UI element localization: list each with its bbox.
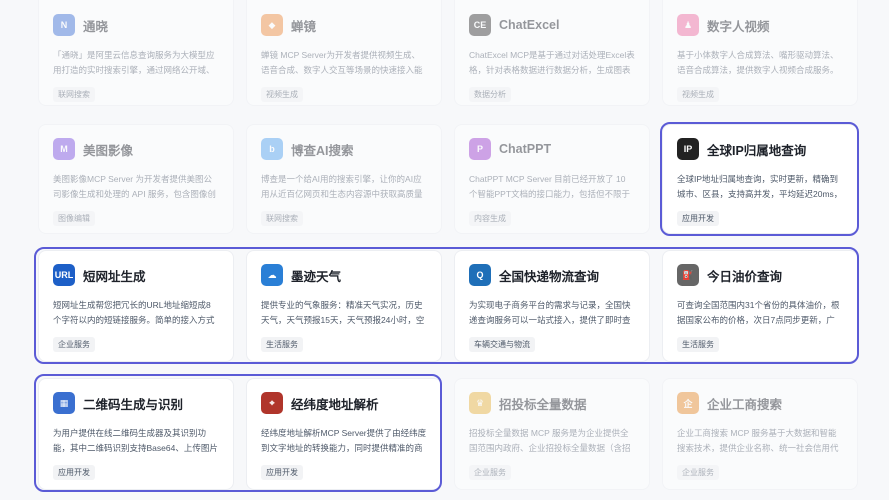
qrcode-logo-icon: ▦ [53,392,75,414]
geocode-logo-icon: ⌖ [261,392,283,414]
business-search-logo-icon: 企 [677,392,699,414]
card-header: ♟ 数字人视频 [677,13,843,37]
mcp-card[interactable]: ◆ 蝉镜蝉镜 MCP Server为开发者提供视频生成、语音合成、数字人交互等场景… [246,0,442,106]
card-header: ☁ 墨迹天气 [261,263,427,287]
card-title: 短网址生成 [83,269,146,284]
mcp-card[interactable]: P ChatPPT ChatPPT MCP Server 目前已经开放了 10 个智… [454,124,650,234]
card-description: 「通晓」是阿里云信息查询服务为大模型应用打造的实时搜索引擎，通过网络公开域、 [53,50,215,75]
card-description: 可查询全国范围内31个省份的具体油价，根据国家公布的价格，次日7点同步更新，广 [677,300,840,325]
mcp-card[interactable]: ♟ 数字人视频基于小体数字人合成算法、嘴形驱动算法、语音合成算法，提供数字人视频合… [662,0,858,106]
bocha-logo-icon: b [261,138,283,160]
moji-weather-logo-icon: ☁ [261,264,283,286]
card-description: 短网址生成帮您把冗长的URL地址缩短成8个字符以内的短链接服务。简单的接入方式可 [53,300,215,325]
card-header: ⛽ 今日油价查询 [677,263,843,287]
card-title: 全国快递物流查询 [499,269,600,284]
card-description: 企业工商搜索 MCP 服务基于大数据和智能搜索技术，提供企业名称、统一社会信用代 [677,428,839,453]
category-tag: 车辆交通与物流 [469,337,535,352]
category-tag: 企业服务 [469,465,511,480]
category-tag: 企业服务 [53,337,95,352]
card-header: IP 全球IP归属地查询 [677,137,843,161]
fuel-price-logo-icon: ⛽ [677,264,699,286]
category-tag: 数据分析 [469,87,511,102]
card-description: ChatPPT MCP Server 目前已经开放了 10 个智能PPT文档的接… [469,174,631,199]
card-title: ChatExcel [499,18,560,32]
card-title: 全球IP归属地查询 [707,143,807,158]
mcp-card[interactable]: 企企业工商搜索 企业工商搜索 MCP 服务基于大数据和智能搜索技术，提供企业名称、… [662,378,858,490]
express-logo-icon: Q [469,264,491,286]
category-tag: 内容生成 [469,211,511,226]
mcp-card[interactable]: M 美图影像美图影像MCP Server 为开发者提供美图公司影像生成和处理的 A… [38,124,234,234]
short-url-logo-icon: URL [53,264,75,286]
mcp-server-card-grid: N 通晓「通晓」是阿里云信息查询服务为大模型应用打造的实时搜索引擎，通过网络公开域… [0,0,889,500]
card-description: 招投标全量数据 MCP 服务是为企业提供全国范围内政府、企业招投标全量数据（含招… [469,428,631,453]
card-header: N 通晓 [53,13,219,37]
card-title: 企业工商搜索 [707,397,783,412]
card-description: 基于小体数字人合成算法、嘴形驱动算法、语音合成算法，提供数字人视频合成服务。 [677,50,839,75]
card-title: 墨迹天气 [291,269,342,284]
card-title: 二维码生成与识别 [83,397,184,412]
tongxiao-logo-icon: N [53,14,75,36]
card-header: 企企业工商搜索 [677,391,843,415]
card-description: 为用户提供在线二维码生成器及其识别功能，其中二维码识别支持Base64、上传图片 [53,428,218,453]
card-title: 博查AI搜索 [291,143,354,158]
mcp-card[interactable]: ♛ 招投标全量数据招投标全量数据 MCP 服务是为企业提供全国范围内政府、企业招投… [454,378,650,490]
card-header: M 美图影像 [53,137,219,161]
category-tag: 企业服务 [677,465,719,480]
digital-human-logo-icon: ♟ [677,14,699,36]
card-description: 全球IP地址归属地查询，实时更新，精确到城市、区县，支持高并发，平均延迟20ms… [677,174,843,199]
mcp-card[interactable]: N 通晓「通晓」是阿里云信息查询服务为大模型应用打造的实时搜索引擎，通过网络公开域… [38,0,234,106]
mcp-card[interactable]: ⌖ 经纬度地址解析经纬度地址解析MCP Server提供了由经纬度到文字地址的转换… [246,378,442,490]
card-header: ♛ 招投标全量数据 [469,391,635,415]
card-header: CE ChatExcel [469,13,635,37]
meitu-logo-icon: M [53,138,75,160]
category-tag: 视频生成 [677,87,719,102]
card-title: 通晓 [83,19,109,34]
card-header: P ChatPPT [469,137,635,161]
category-tag: 生活服务 [677,337,719,352]
chanjing-logo-icon: ◆ [261,14,283,36]
mcp-card[interactable]: Q 全国快递物流查询为实现电子商务平台的需求与记录，全国快递查询服务可以一站式接入… [454,250,650,362]
mcp-card[interactable]: b 博查AI搜索博查是一个给AI用的搜索引擎，让你的AI应用从近百亿网页和生态内容… [246,124,442,234]
card-description: 提供专业的气象服务：精准天气实况，历史天气，天气预报15天，天气预报24小时，空 [261,300,425,325]
card-header: ◆ 蝉镜 [261,13,427,37]
card-header: URL 短网址生成 [53,263,219,287]
card-description: ChatExcel MCP是基于通过对话处理Excel表格，针对表格数据进行数据… [469,50,635,75]
card-title: 经纬度地址解析 [291,397,379,412]
mcp-card[interactable]: CE ChatExcel ChatExcel MCP是基于通过对话处理Excel表格… [454,0,650,106]
category-tag: 生活服务 [261,337,303,352]
category-tag: 联网搜索 [261,211,303,226]
category-tag: 应用开发 [677,211,719,226]
card-title: 蝉镜 [291,19,317,34]
category-tag: 应用开发 [261,465,303,480]
category-tag: 视频生成 [261,87,303,102]
mcp-card[interactable]: URL 短网址生成短网址生成帮您把冗长的URL地址缩短成8个字符以内的短链接服务。… [38,250,234,362]
card-header: ▦ 二维码生成与识别 [53,391,219,415]
ip-location-logo-icon: IP [677,138,699,160]
card-description: 蝉镜 MCP Server为开发者提供视频生成、语音合成、数字人交互等场景的快速… [261,50,423,75]
mcp-card[interactable]: ⛽ 今日油价查询可查询全国范围内31个省份的具体油价，根据国家公布的价格，次日7点… [662,250,858,362]
mcp-card[interactable]: IP 全球IP归属地查询全球IP地址归属地查询，实时更新，精确到城市、区县，支持高… [662,124,858,234]
card-description: 经纬度地址解析MCP Server提供了由经纬度到文字地址的转换能力，同时提供精… [261,428,427,453]
chatppt-logo-icon: P [469,138,491,160]
chatexcel-logo-icon: CE [469,14,491,36]
card-title: 今日油价查询 [707,269,783,284]
card-description: 为实现电子商务平台的需求与记录，全国快递查询服务可以一站式接入，提供了即时查 [469,300,631,325]
category-tag: 应用开发 [53,465,95,480]
mcp-card[interactable]: ☁ 墨迹天气提供专业的气象服务：精准天气实况，历史天气，天气预报15天，天气预报2… [246,250,442,362]
card-header: ⌖ 经纬度地址解析 [261,391,427,415]
category-tag: 联网搜索 [53,87,95,102]
card-header: b 博查AI搜索 [261,137,427,161]
card-title: 招投标全量数据 [499,397,587,412]
card-title: ChatPPT [499,142,552,156]
card-description: 美图影像MCP Server 为开发者提供美图公司影像生成和处理的 API 服务… [53,174,216,199]
mcp-card[interactable]: ▦ 二维码生成与识别为用户提供在线二维码生成器及其识别功能，其中二维码识别支持Ba… [38,378,234,490]
card-title: 美图影像 [83,143,134,158]
bidding-logo-icon: ♛ [469,392,491,414]
card-header: Q 全国快递物流查询 [469,263,635,287]
card-description: 博查是一个给AI用的搜索引擎，让你的AI应用从近百亿网页和生态内容源中获取高质量… [261,174,423,199]
card-title: 数字人视频 [707,19,770,34]
category-tag: 图像编辑 [53,211,95,226]
